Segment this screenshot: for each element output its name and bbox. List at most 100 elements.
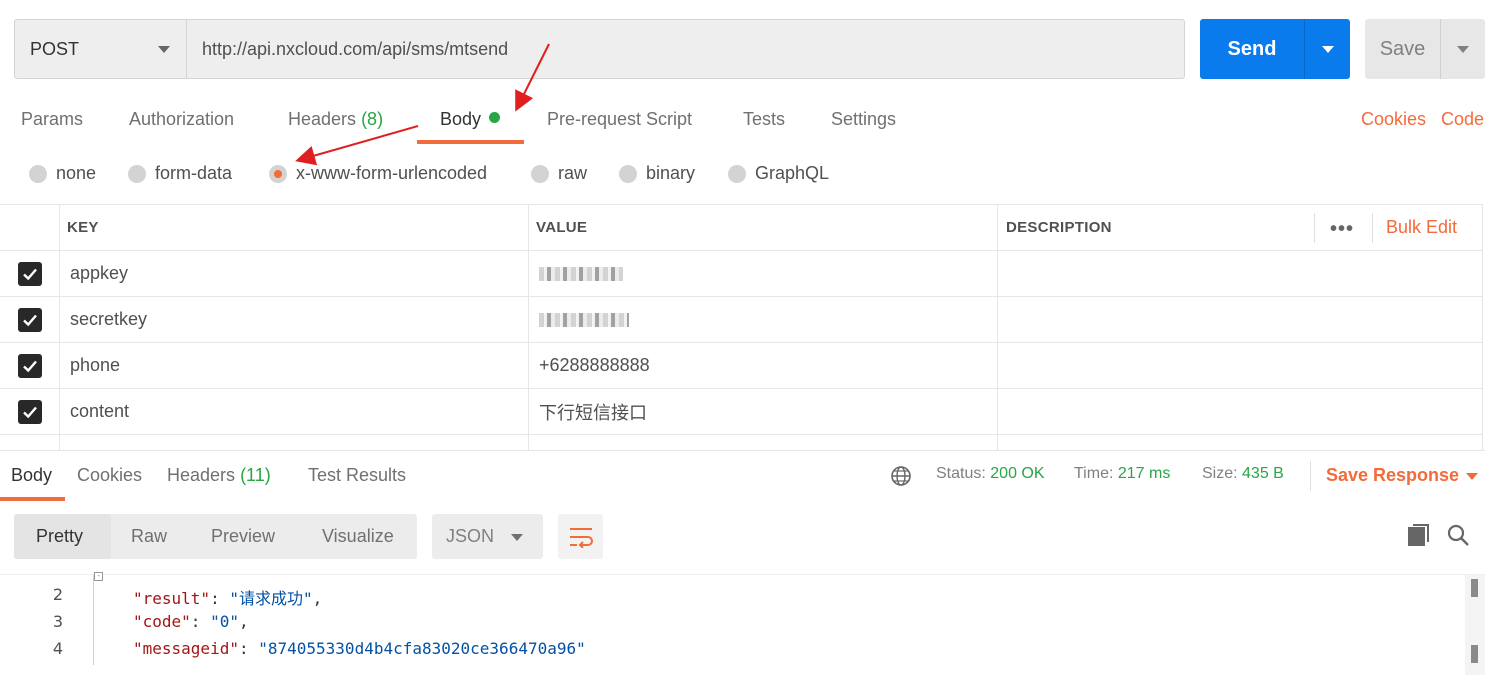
line-number: 3 (52, 612, 63, 631)
chevron-down-icon (1321, 45, 1334, 53)
header-description-label: DESCRIPTION (1006, 219, 1112, 236)
check-cell (0, 251, 60, 296)
view-preview[interactable]: Preview (211, 526, 275, 547)
radio-label: raw (558, 163, 588, 183)
globe-icon[interactable] (890, 465, 912, 487)
check-icon (22, 268, 37, 280)
radio-form-data[interactable]: form-data (128, 163, 232, 184)
size-value: 435 B (1242, 465, 1284, 482)
view-visualize[interactable]: Visualize (322, 526, 394, 547)
save-response-button[interactable]: Save Response (1326, 465, 1459, 486)
row-checkbox[interactable] (17, 399, 42, 424)
time-value: 217 ms (1117, 465, 1171, 482)
active-response-tab-indicator (0, 497, 65, 501)
response-tab-headers[interactable]: Headers (11) (167, 465, 271, 486)
value-text: 下行短信接口 (539, 402, 647, 423)
code-text: "code": "0", (133, 612, 249, 631)
header-value-label: VALUE (536, 219, 588, 236)
scrollbar-thumb[interactable] (1471, 579, 1478, 597)
format-select[interactable]: JSON (432, 514, 543, 559)
key-text: secretkey (70, 309, 148, 329)
description-cell[interactable] (998, 343, 1483, 388)
save-label: Save (1379, 37, 1426, 60)
response-tab-cookies[interactable]: Cookies (77, 465, 142, 486)
key-cell[interactable]: secretkey (60, 297, 529, 342)
description-cell[interactable] (998, 389, 1483, 434)
value-text: +6288888888 (539, 355, 650, 375)
radio-circle-icon (728, 164, 746, 183)
tab-authorization[interactable]: Authorization (129, 109, 234, 130)
copy-icon[interactable] (1407, 523, 1431, 547)
fold-icon[interactable]: - (94, 572, 103, 581)
divider (1372, 213, 1373, 243)
description-cell[interactable] (998, 297, 1483, 342)
wrap-icon (569, 527, 593, 548)
response-tab-test-results[interactable]: Test Results (308, 465, 406, 486)
chevron-down-icon[interactable] (1466, 473, 1478, 480)
tab-headers[interactable]: Headers (8) (288, 109, 383, 130)
check-cell (0, 389, 60, 434)
header-key-label: KEY (67, 219, 99, 236)
status-value: 200 OK (990, 465, 1045, 482)
view-pretty[interactable]: Pretty (36, 526, 83, 547)
send-label: Send (1227, 37, 1277, 60)
description-cell[interactable] (998, 435, 1483, 451)
radio-raw[interactable]: raw (531, 163, 587, 184)
cookies-link[interactable]: Cookies (1361, 109, 1426, 130)
radio-binary[interactable]: binary (619, 163, 695, 184)
table-row: phone +6288888888 (0, 343, 1483, 389)
key-text: content (70, 401, 130, 421)
radio-label: binary (646, 163, 696, 183)
tab-tests[interactable]: Tests (743, 109, 785, 130)
send-dropdown[interactable] (1304, 19, 1350, 79)
radio-graphql[interactable]: GraphQL (728, 163, 829, 184)
check-cell (0, 343, 60, 388)
url-input[interactable]: http://api.nxcloud.com/api/sms/mtsend (187, 20, 1184, 78)
view-raw[interactable]: Raw (131, 526, 167, 547)
code-line: 2 "result": "请求成功", (0, 585, 1460, 612)
save-dropdown[interactable] (1440, 19, 1485, 79)
tab-body[interactable]: Body (440, 109, 501, 130)
row-checkbox[interactable] (17, 307, 42, 332)
tab-settings[interactable]: Settings (831, 109, 896, 130)
key-cell[interactable] (60, 435, 529, 451)
description-cell[interactable] (998, 251, 1483, 296)
table-row: appkey (0, 251, 1483, 297)
row-checkbox[interactable] (17, 353, 42, 378)
radio-x-www-form-urlencoded[interactable]: x-www-form-urlencoded (269, 163, 487, 184)
key-text: phone (70, 355, 121, 375)
wrap-lines-button[interactable] (558, 514, 603, 559)
radio-label: x-www-form-urlencoded (296, 163, 488, 183)
tab-headers-label: Headers (288, 109, 357, 129)
code-link[interactable]: Code (1441, 109, 1484, 130)
tab-pre-request-script[interactable]: Pre-request Script (547, 109, 692, 130)
key-cell[interactable]: phone (60, 343, 529, 388)
value-cell[interactable]: 下行短信接口 (529, 389, 998, 434)
response-code-view[interactable]: - 2 "result": "请求成功", 3 "code": "0", 4 "… (0, 572, 1485, 677)
value-cell[interactable] (529, 297, 998, 342)
send-button[interactable]: Send (1200, 19, 1350, 79)
scrollbar-thumb[interactable] (1471, 645, 1478, 663)
bulk-edit-link[interactable]: Bulk Edit (1386, 217, 1457, 238)
tab-params[interactable]: Params (21, 109, 83, 130)
search-icon[interactable] (1446, 523, 1470, 547)
key-text: appkey (70, 263, 129, 283)
key-cell[interactable]: content (60, 389, 529, 434)
body-type-radios: none form-data x-www-form-urlencoded raw… (0, 160, 900, 190)
radio-circle-icon (531, 164, 549, 183)
value-cell[interactable] (529, 435, 998, 451)
more-options-icon[interactable]: ••• (1330, 218, 1354, 241)
response-tab-body[interactable]: Body (11, 465, 52, 486)
radio-none[interactable]: none (29, 163, 96, 184)
status-label: Status: (936, 465, 986, 482)
code-line: 3 "code": "0", (0, 612, 1460, 639)
url-text: http://api.nxcloud.com/api/sms/mtsend (202, 38, 509, 59)
key-cell[interactable]: appkey (60, 251, 529, 296)
value-cell[interactable]: +6288888888 (529, 343, 998, 388)
request-bar: POST http://api.nxcloud.com/api/sms/mtse… (14, 19, 1185, 79)
method-select[interactable]: POST (15, 20, 187, 78)
table-header: KEY VALUE DESCRIPTION ••• Bulk Edit (0, 204, 1483, 251)
save-button[interactable]: Save (1365, 19, 1485, 79)
row-checkbox[interactable] (17, 261, 42, 286)
value-cell[interactable] (529, 251, 998, 296)
